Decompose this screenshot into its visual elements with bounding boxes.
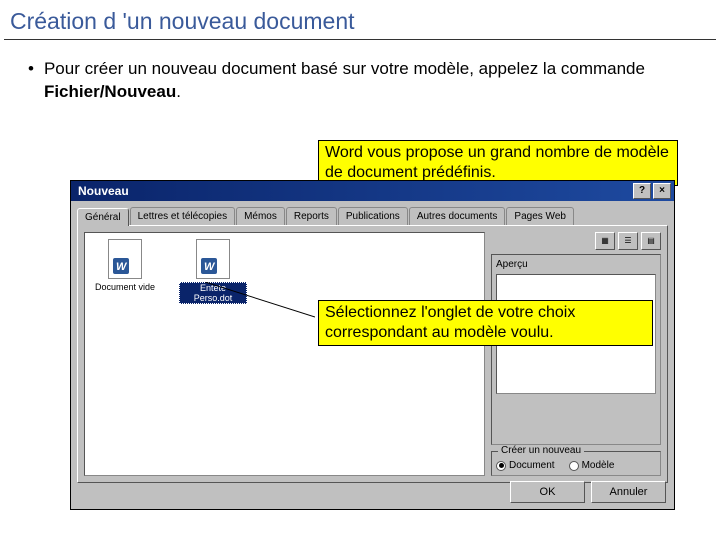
bullet-bold: Fichier/Nouveau xyxy=(44,82,176,101)
close-button[interactable]: × xyxy=(653,183,671,199)
radio-template[interactable]: Modèle xyxy=(569,460,615,471)
tab-other-docs[interactable]: Autres documents xyxy=(409,207,506,225)
bullet-suffix: . xyxy=(176,82,181,101)
radio-label: Document xyxy=(509,460,555,471)
view-list-button[interactable]: ☰ xyxy=(618,232,638,250)
ok-button[interactable]: OK xyxy=(510,481,585,503)
view-mode-buttons: ▦ ☰ ▤ xyxy=(595,232,661,250)
template-item-blank[interactable]: Document vide xyxy=(91,239,159,304)
dialog-body: Général Lettres et télécopies Mémos Repo… xyxy=(71,201,674,509)
radio-label: Modèle xyxy=(582,460,615,471)
radio-document[interactable]: Document xyxy=(496,460,555,471)
view-large-icons-button[interactable]: ▦ xyxy=(595,232,615,250)
radio-icon xyxy=(569,461,579,471)
right-pane: ▦ ☰ ▤ Aperçu Créer un nouveau Document xyxy=(491,232,661,476)
title-underline xyxy=(4,39,716,40)
dialog-titlebar: Nouveau ? × xyxy=(71,181,674,201)
tab-letters[interactable]: Lettres et télécopies xyxy=(130,207,236,225)
tab-strip: Général Lettres et télécopies Mémos Repo… xyxy=(77,207,668,225)
dialog-title: Nouveau xyxy=(74,184,631,198)
template-label: Document vide xyxy=(95,282,155,292)
preview-label: Aperçu xyxy=(496,259,528,270)
tab-web-pages[interactable]: Pages Web xyxy=(506,207,574,225)
radio-icon xyxy=(496,461,506,471)
preview-panel: Aperçu xyxy=(491,254,661,445)
bullet-prefix: Pour créer un nouveau document basé sur … xyxy=(44,59,645,78)
dialog-button-row: OK Annuler xyxy=(510,481,666,503)
template-label: Entete Perso.dot xyxy=(179,282,247,304)
tab-memos[interactable]: Mémos xyxy=(236,207,285,225)
cancel-button[interactable]: Annuler xyxy=(591,481,666,503)
slide-title: Création d 'un nouveau document xyxy=(0,0,720,39)
create-new-group: Créer un nouveau Document Modèle xyxy=(491,451,661,476)
callout-bottom: Sélectionnez l'onglet de votre choix cor… xyxy=(318,300,653,346)
word-doc-icon xyxy=(196,239,230,279)
bullet-dot: • xyxy=(28,58,34,104)
tab-reports[interactable]: Reports xyxy=(286,207,337,225)
view-details-button[interactable]: ▤ xyxy=(641,232,661,250)
tab-general[interactable]: Général xyxy=(77,208,129,226)
template-item-entete[interactable]: Entete Perso.dot xyxy=(179,239,247,304)
help-button[interactable]: ? xyxy=(633,183,651,199)
bullet-text: • Pour créer un nouveau document basé su… xyxy=(0,58,720,104)
tab-content: Document vide Entete Perso.dot ▦ ☰ ▤ Ape… xyxy=(77,225,668,483)
create-new-label: Créer un nouveau xyxy=(498,445,584,456)
template-list-pane: Document vide Entete Perso.dot xyxy=(84,232,485,476)
tab-publications[interactable]: Publications xyxy=(338,207,408,225)
word-doc-icon xyxy=(108,239,142,279)
